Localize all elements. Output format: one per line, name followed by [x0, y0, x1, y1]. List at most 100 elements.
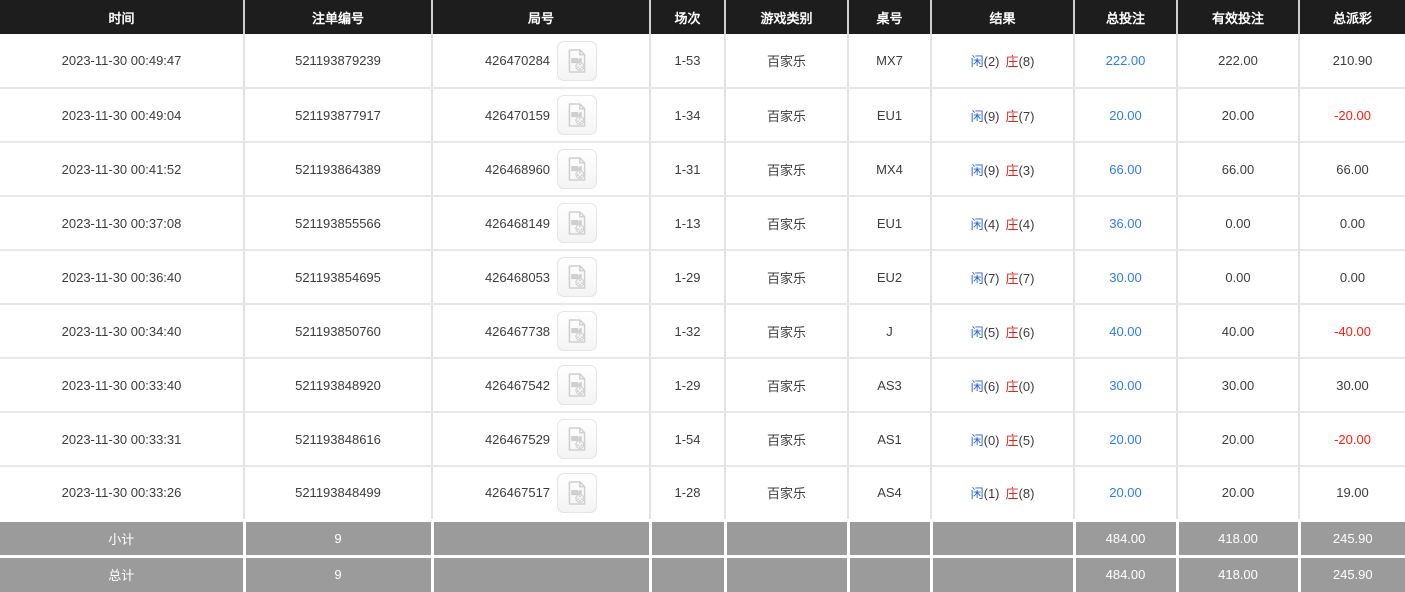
- round-number-text: 426470159: [484, 107, 551, 123]
- column-header-time: 时间: [0, 0, 245, 34]
- cell-total-payout: -20.00: [1299, 88, 1405, 143]
- summary-empty-table: [846, 554, 933, 592]
- table-row: 2023-11-30 00:49:47 521193879239 4264702…: [0, 34, 1405, 89]
- cell-total-bet: 20.00: [1074, 466, 1178, 521]
- round-number-text: 426468053: [484, 269, 551, 285]
- cell-session: 1-32: [650, 304, 726, 359]
- cell-round-number: 426467542: [432, 358, 651, 413]
- cell-round-number: 426467529: [432, 412, 651, 467]
- summary-empty-session: [648, 554, 727, 592]
- cell-table-number: J: [848, 304, 932, 359]
- column-header-bet_no: 注单编号: [244, 0, 433, 34]
- result-banker-label: 庄: [1005, 378, 1019, 394]
- cell-time: 2023-11-30 00:33:40: [0, 358, 245, 413]
- column-header-session: 场次: [650, 0, 726, 34]
- cell-valid-bet: 0.00: [1177, 250, 1300, 305]
- video-file-icon: [568, 373, 586, 397]
- video-file-icon: [568, 103, 586, 127]
- cell-table-number: MX7: [848, 34, 932, 89]
- round-number-text: 426468149: [484, 215, 551, 231]
- result-banker-label: 庄: [1005, 216, 1019, 232]
- summary-total-payout: 245.90: [1297, 518, 1405, 556]
- round-number-text: 426470284: [484, 53, 551, 68]
- result-player-label: 闲: [970, 432, 984, 448]
- result-banker-label: 庄: [1005, 324, 1019, 340]
- cell-total-payout: 30.00: [1299, 358, 1405, 413]
- video-replay-button[interactable]: [557, 40, 598, 81]
- cell-result: 闲(2) 庄(8): [931, 34, 1075, 89]
- cell-game-type: 百家乐: [725, 466, 849, 521]
- cell-bet-number: 521193848616: [244, 412, 433, 467]
- cell-bet-number: 521193864389: [244, 142, 433, 197]
- cell-round-number: 426468053: [432, 250, 651, 305]
- cell-valid-bet: 20.00: [1177, 88, 1300, 143]
- result-player-count: (4): [983, 216, 1000, 232]
- video-replay-button[interactable]: [557, 419, 598, 459]
- video-replay-button[interactable]: [557, 95, 598, 135]
- cell-bet-number: 521193848920: [244, 358, 433, 413]
- cell-result: 闲(9) 庄(7): [931, 88, 1075, 143]
- summary-empty-round: [430, 554, 652, 592]
- cell-game-type: 百家乐: [725, 88, 849, 143]
- video-file-icon: [568, 427, 586, 451]
- cell-total-payout: -20.00: [1299, 412, 1405, 467]
- cell-total-payout: -40.00: [1299, 304, 1405, 359]
- summary-total-bet: 484.00: [1072, 518, 1179, 556]
- round-number-text: 426467529: [484, 431, 551, 447]
- table-body: 2023-11-30 00:49:47 521193879239 4264702…: [0, 34, 1405, 521]
- result-player-label: 闲: [970, 378, 984, 394]
- cell-table-number: MX4: [848, 142, 932, 197]
- result-player-count: (9): [983, 162, 1000, 178]
- video-replay-button[interactable]: [557, 311, 598, 351]
- video-file-icon: [568, 480, 586, 505]
- cell-valid-bet: 222.00: [1177, 34, 1300, 89]
- cell-valid-bet: 20.00: [1177, 466, 1300, 521]
- cell-time: 2023-11-30 00:34:40: [0, 304, 245, 359]
- cell-valid-bet: 20.00: [1177, 412, 1300, 467]
- video-replay-button[interactable]: [557, 365, 598, 405]
- cell-game-type: 百家乐: [725, 34, 849, 89]
- cell-session: 1-13: [650, 196, 726, 251]
- cell-game-type: 百家乐: [725, 196, 849, 251]
- table-row: 2023-11-30 00:41:52 521193864389 4264689…: [0, 142, 1405, 197]
- bet-records-table: 时间 注单编号 局号 场次 游戏类别 桌号 结果 总投注 有效投注 总派彩 2023-11-30 …: [0, 0, 1405, 592]
- cell-table-number: EU1: [848, 88, 932, 143]
- summary-total-bet: 484.00: [1072, 554, 1179, 592]
- result-banker-label: 庄: [1005, 54, 1019, 69]
- cell-total-bet: 66.00: [1074, 142, 1178, 197]
- summary-empty-result: [929, 554, 1076, 592]
- cell-valid-bet: 0.00: [1177, 196, 1300, 251]
- cell-bet-number: 521193848499: [244, 466, 433, 521]
- video-file-icon: [568, 211, 586, 235]
- cell-time: 2023-11-30 00:41:52: [0, 142, 245, 197]
- cell-total-payout: 210.90: [1299, 34, 1405, 89]
- cell-valid-bet: 40.00: [1177, 304, 1300, 359]
- summary-empty-game-type: [723, 518, 850, 556]
- result-banker-count: (8): [1018, 54, 1035, 69]
- summary-row: 小计 9 484.00 418.00 245.90: [0, 518, 1405, 556]
- cell-total-bet: 40.00: [1074, 304, 1178, 359]
- cell-result: 闲(9) 庄(3): [931, 142, 1075, 197]
- video-replay-button[interactable]: [557, 203, 598, 243]
- result-player-count: (9): [983, 108, 1000, 124]
- summary-valid-bet: 418.00: [1175, 554, 1301, 592]
- result-banker-label: 庄: [1005, 486, 1019, 502]
- cell-bet-number: 521193879239: [244, 34, 433, 89]
- cell-result: 闲(0) 庄(5): [931, 412, 1075, 467]
- result-player-label: 闲: [970, 324, 984, 340]
- cell-total-payout: 19.00: [1299, 466, 1405, 521]
- summary-empty-game-type: [723, 554, 850, 592]
- cell-game-type: 百家乐: [725, 142, 849, 197]
- result-banker-count: (8): [1018, 486, 1035, 502]
- table-row: 2023-11-30 00:37:08 521193855566 4264681…: [0, 196, 1405, 251]
- table-header: 时间 注单编号 局号 场次 游戏类别 桌号 结果 总投注 有效投注 总派彩: [0, 0, 1405, 34]
- video-file-icon: [568, 265, 586, 289]
- cell-table-number: AS4: [848, 466, 932, 521]
- table-row: 2023-11-30 00:33:40 521193848920 4264675…: [0, 358, 1405, 413]
- summary-empty-result: [929, 518, 1076, 556]
- cell-total-payout: 0.00: [1299, 250, 1405, 305]
- video-replay-button[interactable]: [557, 149, 598, 189]
- video-replay-button[interactable]: [557, 472, 598, 513]
- video-replay-button[interactable]: [557, 257, 598, 297]
- result-player-count: (2): [983, 54, 1000, 69]
